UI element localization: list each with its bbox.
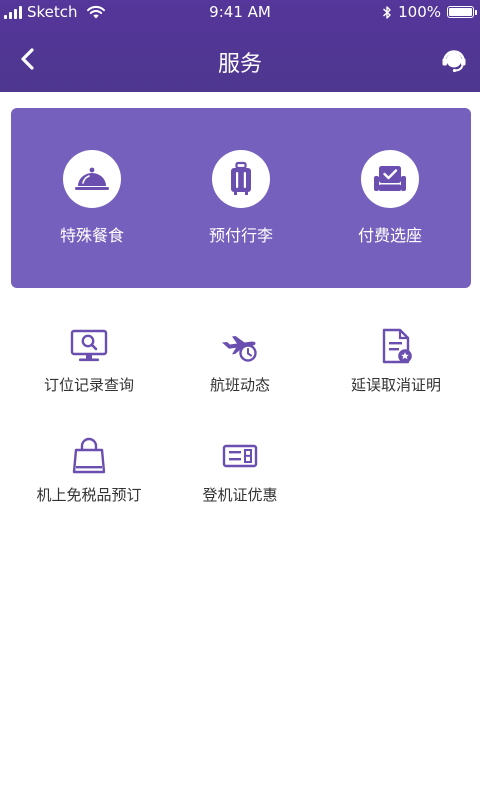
featured-label: 预付行李 (208, 226, 273, 245)
service-boarding-pass-discount[interactable]: 登机证优惠 (160, 437, 320, 505)
navigation-bar: 服务 (0, 26, 480, 92)
shopping-bag-icon (72, 437, 106, 474)
service-label: 航班动态 (209, 376, 270, 394)
featured-services-card: 特殊餐食 预付行李 付费选座 (11, 108, 471, 288)
customer-service-icon[interactable] (440, 46, 468, 74)
featured-icon-circle (63, 150, 121, 208)
app-header: Sketch 9:41 AM 100% 服务 (0, 0, 480, 92)
status-bar: Sketch 9:41 AM 100% (0, 0, 480, 26)
service-duty-free-preorder[interactable]: 机上免税品预订 (9, 437, 169, 505)
featured-item-paid-seat[interactable]: 付费选座 (315, 150, 465, 246)
service-label: 机上免税品预订 (36, 486, 142, 504)
featured-icon-circle (361, 150, 419, 208)
featured-icon-circle (212, 150, 270, 208)
status-right: 100% (382, 3, 477, 21)
battery-icon (447, 6, 477, 18)
featured-item-prepaid-baggage[interactable]: 预付行李 (166, 150, 316, 246)
service-label: 登机证优惠 (202, 486, 278, 504)
food-cloche-icon (75, 167, 109, 190)
page-title: 服务 (217, 52, 262, 77)
featured-label: 付费选座 (357, 226, 422, 245)
featured-item-special-meal[interactable]: 特殊餐食 (17, 150, 167, 246)
service-flight-status[interactable]: 航班动态 (160, 327, 320, 395)
monitor-search-icon (70, 329, 108, 362)
service-label: 延误取消证明 (350, 376, 441, 394)
flight-clock-icon (222, 336, 257, 362)
luggage-icon (231, 161, 251, 195)
featured-label: 特殊餐食 (59, 226, 124, 245)
boarding-pass-icon (222, 444, 258, 468)
service-booking-record-query[interactable]: 订位记录查询 (9, 327, 169, 395)
seat-icon (374, 166, 406, 191)
service-label: 订位记录查询 (43, 376, 134, 394)
bluetooth-icon (383, 5, 391, 19)
service-delay-cancel-certificate[interactable]: 延误取消证明 (316, 327, 476, 395)
battery-percent: 100% (398, 3, 441, 21)
certificate-icon (382, 328, 412, 364)
